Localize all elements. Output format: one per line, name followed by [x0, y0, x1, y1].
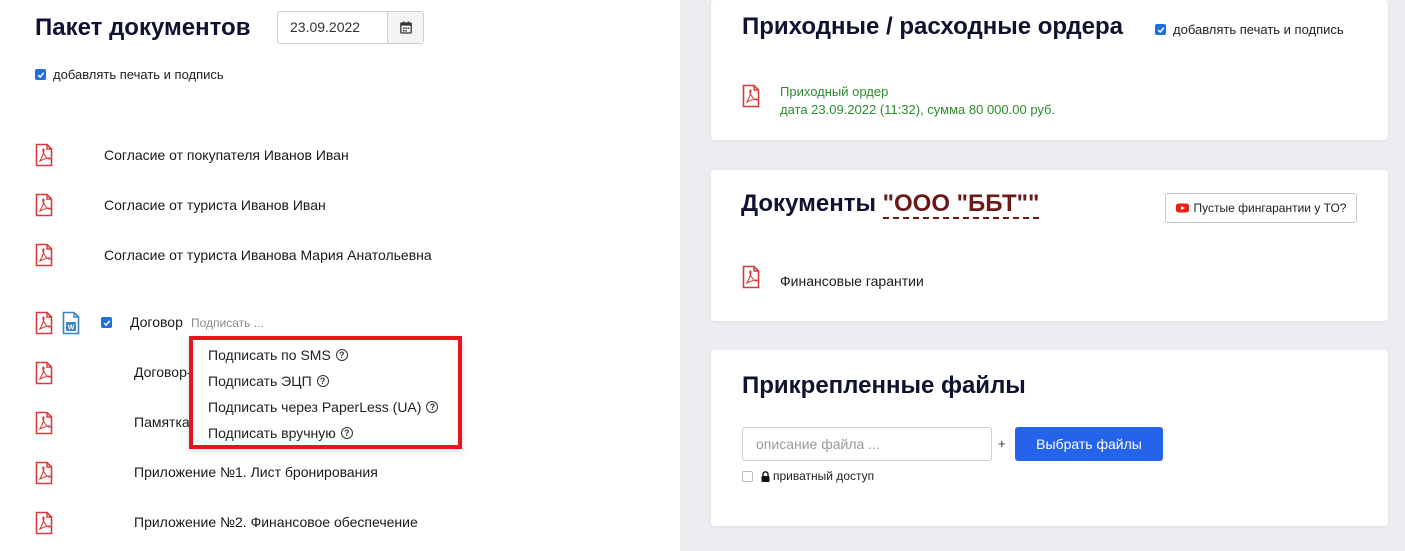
plus-sign: +: [998, 436, 1006, 451]
document-link[interactable]: Памятка: [134, 414, 190, 430]
financial-guarantees-link[interactable]: Финансовые гарантии: [780, 273, 924, 289]
pdf-icon[interactable]: [35, 461, 53, 485]
calendar-button[interactable]: [387, 12, 423, 43]
document-link[interactable]: Договор-: [134, 364, 192, 380]
private-access-option[interactable]: приватный доступ: [742, 469, 874, 483]
contract-checkbox[interactable]: [101, 317, 112, 328]
pdf-icon[interactable]: [35, 311, 53, 335]
menu-item-label: Подписать по SMS: [208, 347, 331, 363]
menu-item-label: Подписать ЭЦП: [208, 373, 312, 389]
date-picker[interactable]: 23.09.2022: [277, 11, 424, 44]
document-link[interactable]: Приложение №1. Лист бронирования: [134, 464, 378, 480]
empty-guarantees-button[interactable]: Пустые фингарантии у ТО?: [1165, 193, 1357, 223]
stamp-signature-option[interactable]: добавлять печать и подпись: [35, 67, 224, 82]
empty-guarantees-label: Пустые фингарантии у ТО?: [1193, 201, 1347, 215]
pdf-icon[interactable]: [35, 411, 53, 435]
menu-item-label: Подписать через PaperLess (UA): [208, 399, 422, 415]
checkmark-icon: [103, 319, 110, 326]
youtube-icon: [1175, 203, 1189, 213]
orders-title: Приходные / расходные ордера: [742, 13, 1124, 40]
private-access-label: приватный доступ: [773, 469, 875, 483]
receipt-order-detail[interactable]: дата 23.09.2022 (11:32), сумма 80 000.00…: [780, 101, 1055, 119]
private-access-checkbox[interactable]: [742, 470, 753, 482]
company-name[interactable]: "ООО "ББТ"": [882, 190, 1040, 219]
company-docs-prefix: Документы: [741, 190, 876, 217]
stamp-checkbox[interactable]: [35, 69, 46, 80]
receipt-order-title[interactable]: Приходный ордер: [780, 83, 888, 101]
contract-label[interactable]: Договор: [130, 314, 183, 330]
sign-ecp-option[interactable]: Подписать ЭЦП ?: [208, 373, 329, 389]
pdf-icon[interactable]: [35, 511, 53, 535]
word-doc-icon[interactable]: W: [62, 311, 80, 335]
sign-sms-option[interactable]: Подписать по SMS ?: [208, 347, 348, 363]
attachments-title: Прикрепленные файлы: [742, 372, 1026, 399]
orders-stamp-label: добавлять печать и подпись: [1173, 22, 1344, 37]
document-link[interactable]: Согласие от туриста Иванова Мария Анатол…: [104, 247, 432, 263]
stamp-option-label: добавлять печать и подпись: [53, 67, 224, 82]
pdf-icon[interactable]: [35, 143, 53, 167]
page-title: Пакет документов: [35, 14, 251, 41]
calendar-icon: [399, 21, 412, 34]
pdf-icon[interactable]: [35, 193, 53, 217]
checkmark-icon: [1157, 26, 1164, 33]
file-description-input[interactable]: [742, 427, 992, 461]
sign-manual-option[interactable]: Подписать вручную ?: [208, 425, 353, 441]
sign-options-menu: Подписать по SMS ? Подписать ЭЦП ? Подпи…: [189, 336, 462, 449]
pdf-icon[interactable]: [35, 243, 53, 267]
orders-stamp-checkbox[interactable]: [1155, 24, 1166, 35]
lock-icon: [761, 470, 770, 482]
menu-item-label: Подписать вручную: [208, 425, 336, 441]
sign-paperless-option[interactable]: Подписать через PaperLess (UA) ?: [208, 399, 439, 415]
checkmark-icon: [37, 71, 44, 78]
help-icon[interactable]: ?: [316, 375, 329, 387]
pdf-icon[interactable]: [742, 265, 760, 289]
help-icon[interactable]: ?: [335, 349, 348, 361]
orders-stamp-option[interactable]: добавлять печать и подпись: [1155, 22, 1344, 37]
help-icon[interactable]: ?: [340, 427, 353, 439]
document-link[interactable]: Приложение №2. Финансовое обеспечение: [134, 514, 418, 530]
date-input[interactable]: 23.09.2022: [278, 12, 387, 43]
company-docs-title: Документы "ООО "ББТ"": [741, 190, 1040, 219]
document-link[interactable]: Согласие от покупателя Иванов Иван: [104, 147, 349, 163]
sign-dropdown-link[interactable]: Подписать ...: [191, 316, 264, 330]
word-letter: W: [68, 325, 75, 332]
document-link[interactable]: Согласие от туриста Иванов Иван: [104, 197, 326, 213]
pdf-icon[interactable]: [742, 84, 760, 108]
help-icon[interactable]: ?: [426, 401, 439, 413]
pdf-icon[interactable]: [35, 361, 53, 385]
choose-files-button[interactable]: Выбрать файлы: [1015, 427, 1163, 461]
